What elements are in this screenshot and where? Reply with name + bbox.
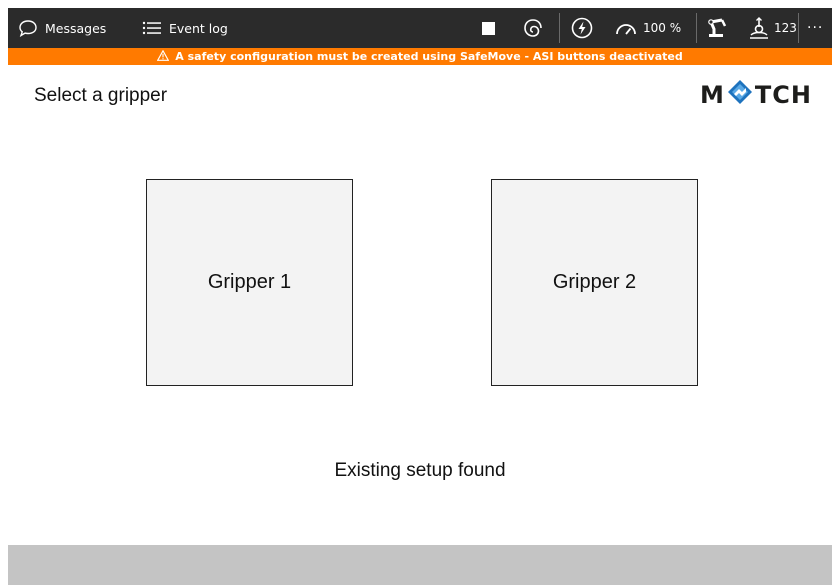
- gripper-2-label: Gripper 2: [552, 271, 637, 293]
- top-toolbar: Messages Event log 100 % 123 ···: [8, 8, 832, 48]
- match-logo: M TCH: [700, 79, 812, 111]
- stop-button[interactable]: [482, 8, 495, 48]
- messages-button[interactable]: Messages: [18, 8, 106, 48]
- tool-frame-button[interactable]: 123: [748, 8, 797, 48]
- robot-arm-icon: [706, 17, 728, 39]
- robot-button[interactable]: [706, 8, 728, 48]
- logo-emblem-icon: [725, 79, 755, 111]
- speed-value: 100 %: [643, 21, 682, 35]
- gauge-icon: [615, 20, 637, 36]
- speech-bubble-icon: [18, 19, 38, 37]
- messages-label: Messages: [45, 20, 107, 36]
- gripper-2-button[interactable]: Gripper 2: [491, 179, 698, 386]
- lightning-circle-icon: [571, 17, 593, 39]
- toolbar-divider: [696, 13, 697, 43]
- motion-mode-button[interactable]: [522, 8, 544, 48]
- status-message: Existing setup found: [334, 460, 506, 481]
- app-frame: Messages Event log 100 % 123 ··· A safet…: [8, 8, 832, 585]
- page-title: Select a gripper: [34, 85, 168, 106]
- warning-text: A safety configuration must be created u…: [175, 50, 683, 63]
- logo-text-right: TCH: [754, 81, 812, 109]
- list-icon: [142, 20, 162, 36]
- stop-square-icon: [482, 21, 495, 35]
- more-button[interactable]: ···: [807, 8, 823, 48]
- warning-triangle-icon: [157, 49, 175, 64]
- tool-value: 123: [774, 21, 797, 35]
- tool-frame-icon: [748, 17, 770, 39]
- gripper-1-button[interactable]: Gripper 1: [146, 179, 353, 386]
- toolbar-divider: [798, 13, 799, 43]
- toolbar-divider: [559, 13, 560, 43]
- more-icon: ···: [807, 20, 824, 36]
- bottom-bar: [8, 545, 832, 585]
- power-button[interactable]: [571, 8, 593, 48]
- event-log-button[interactable]: Event log: [142, 8, 228, 48]
- swirl-icon: [522, 17, 544, 39]
- warning-banner: A safety configuration must be created u…: [8, 48, 832, 65]
- gripper-1-label: Gripper 1: [207, 271, 292, 293]
- speed-button[interactable]: 100 %: [615, 8, 681, 48]
- logo-text-left: M: [700, 81, 725, 109]
- event-log-label: Event log: [169, 20, 228, 36]
